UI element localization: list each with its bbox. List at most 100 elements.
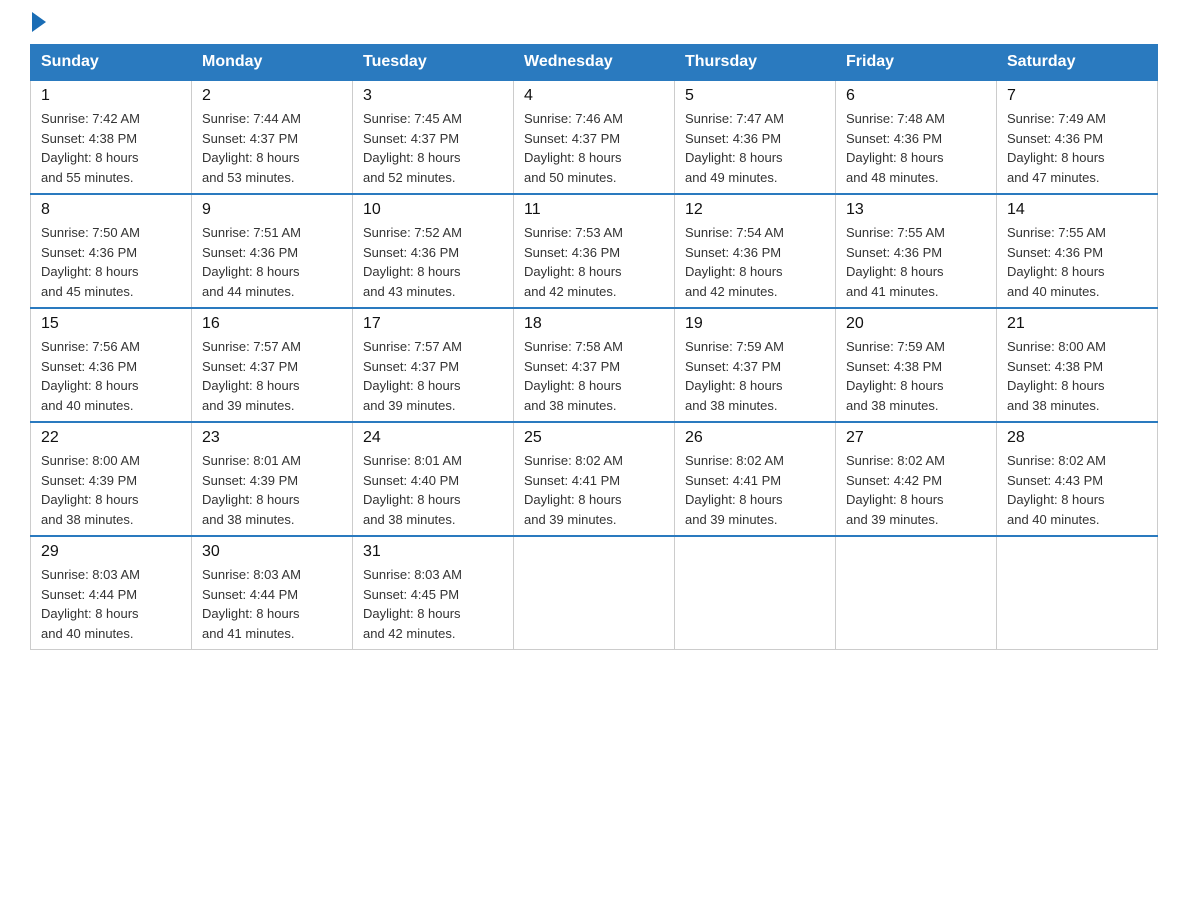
calendar-day-cell: 4 Sunrise: 7:46 AMSunset: 4:37 PMDayligh…	[514, 80, 675, 194]
calendar-header-row: SundayMondayTuesdayWednesdayThursdayFrid…	[31, 45, 1158, 81]
calendar-day-cell: 6 Sunrise: 7:48 AMSunset: 4:36 PMDayligh…	[836, 80, 997, 194]
column-header-monday: Monday	[192, 45, 353, 81]
day-info: Sunrise: 8:01 AMSunset: 4:40 PMDaylight:…	[363, 451, 503, 529]
day-number: 21	[1007, 315, 1147, 333]
calendar-day-cell: 9 Sunrise: 7:51 AMSunset: 4:36 PMDayligh…	[192, 194, 353, 308]
day-number: 26	[685, 429, 825, 447]
calendar-day-cell: 11 Sunrise: 7:53 AMSunset: 4:36 PMDaylig…	[514, 194, 675, 308]
day-info: Sunrise: 7:54 AMSunset: 4:36 PMDaylight:…	[685, 223, 825, 301]
calendar-day-cell: 23 Sunrise: 8:01 AMSunset: 4:39 PMDaylig…	[192, 422, 353, 536]
day-info: Sunrise: 7:52 AMSunset: 4:36 PMDaylight:…	[363, 223, 503, 301]
column-header-sunday: Sunday	[31, 45, 192, 81]
day-info: Sunrise: 7:57 AMSunset: 4:37 PMDaylight:…	[202, 337, 342, 415]
day-info: Sunrise: 7:57 AMSunset: 4:37 PMDaylight:…	[363, 337, 503, 415]
calendar-day-cell: 24 Sunrise: 8:01 AMSunset: 4:40 PMDaylig…	[353, 422, 514, 536]
calendar-day-cell: 25 Sunrise: 8:02 AMSunset: 4:41 PMDaylig…	[514, 422, 675, 536]
calendar-day-cell: 10 Sunrise: 7:52 AMSunset: 4:36 PMDaylig…	[353, 194, 514, 308]
calendar-day-cell: 18 Sunrise: 7:58 AMSunset: 4:37 PMDaylig…	[514, 308, 675, 422]
calendar-day-cell: 13 Sunrise: 7:55 AMSunset: 4:36 PMDaylig…	[836, 194, 997, 308]
day-info: Sunrise: 7:47 AMSunset: 4:36 PMDaylight:…	[685, 109, 825, 187]
day-number: 7	[1007, 87, 1147, 105]
calendar-table: SundayMondayTuesdayWednesdayThursdayFrid…	[30, 44, 1158, 650]
logo-arrow-icon	[32, 12, 46, 32]
day-number: 9	[202, 201, 342, 219]
calendar-day-cell: 12 Sunrise: 7:54 AMSunset: 4:36 PMDaylig…	[675, 194, 836, 308]
day-info: Sunrise: 7:59 AMSunset: 4:38 PMDaylight:…	[846, 337, 986, 415]
day-number: 20	[846, 315, 986, 333]
calendar-day-cell: 27 Sunrise: 8:02 AMSunset: 4:42 PMDaylig…	[836, 422, 997, 536]
day-info: Sunrise: 8:03 AMSunset: 4:45 PMDaylight:…	[363, 565, 503, 643]
day-number: 3	[363, 87, 503, 105]
calendar-day-cell: 7 Sunrise: 7:49 AMSunset: 4:36 PMDayligh…	[997, 80, 1158, 194]
day-number: 28	[1007, 429, 1147, 447]
calendar-week-row: 29 Sunrise: 8:03 AMSunset: 4:44 PMDaylig…	[31, 536, 1158, 650]
logo	[30, 20, 46, 28]
day-info: Sunrise: 7:53 AMSunset: 4:36 PMDaylight:…	[524, 223, 664, 301]
calendar-day-cell: 5 Sunrise: 7:47 AMSunset: 4:36 PMDayligh…	[675, 80, 836, 194]
day-number: 18	[524, 315, 664, 333]
day-info: Sunrise: 7:56 AMSunset: 4:36 PMDaylight:…	[41, 337, 181, 415]
calendar-empty-cell	[836, 536, 997, 650]
day-number: 24	[363, 429, 503, 447]
day-number: 27	[846, 429, 986, 447]
day-number: 17	[363, 315, 503, 333]
day-number: 22	[41, 429, 181, 447]
calendar-week-row: 1 Sunrise: 7:42 AMSunset: 4:38 PMDayligh…	[31, 80, 1158, 194]
calendar-day-cell: 16 Sunrise: 7:57 AMSunset: 4:37 PMDaylig…	[192, 308, 353, 422]
column-header-thursday: Thursday	[675, 45, 836, 81]
calendar-day-cell: 29 Sunrise: 8:03 AMSunset: 4:44 PMDaylig…	[31, 536, 192, 650]
calendar-week-row: 22 Sunrise: 8:00 AMSunset: 4:39 PMDaylig…	[31, 422, 1158, 536]
day-number: 13	[846, 201, 986, 219]
calendar-day-cell: 2 Sunrise: 7:44 AMSunset: 4:37 PMDayligh…	[192, 80, 353, 194]
day-info: Sunrise: 8:02 AMSunset: 4:42 PMDaylight:…	[846, 451, 986, 529]
day-info: Sunrise: 7:44 AMSunset: 4:37 PMDaylight:…	[202, 109, 342, 187]
calendar-empty-cell	[675, 536, 836, 650]
day-info: Sunrise: 7:51 AMSunset: 4:36 PMDaylight:…	[202, 223, 342, 301]
column-header-tuesday: Tuesday	[353, 45, 514, 81]
day-info: Sunrise: 8:02 AMSunset: 4:43 PMDaylight:…	[1007, 451, 1147, 529]
day-info: Sunrise: 7:59 AMSunset: 4:37 PMDaylight:…	[685, 337, 825, 415]
calendar-day-cell: 17 Sunrise: 7:57 AMSunset: 4:37 PMDaylig…	[353, 308, 514, 422]
day-number: 30	[202, 543, 342, 561]
calendar-day-cell: 26 Sunrise: 8:02 AMSunset: 4:41 PMDaylig…	[675, 422, 836, 536]
calendar-day-cell: 20 Sunrise: 7:59 AMSunset: 4:38 PMDaylig…	[836, 308, 997, 422]
day-number: 31	[363, 543, 503, 561]
day-info: Sunrise: 7:46 AMSunset: 4:37 PMDaylight:…	[524, 109, 664, 187]
calendar-day-cell: 8 Sunrise: 7:50 AMSunset: 4:36 PMDayligh…	[31, 194, 192, 308]
calendar-day-cell: 31 Sunrise: 8:03 AMSunset: 4:45 PMDaylig…	[353, 536, 514, 650]
day-info: Sunrise: 8:00 AMSunset: 4:38 PMDaylight:…	[1007, 337, 1147, 415]
page-header	[30, 20, 1158, 28]
day-info: Sunrise: 7:55 AMSunset: 4:36 PMDaylight:…	[1007, 223, 1147, 301]
day-number: 16	[202, 315, 342, 333]
calendar-empty-cell	[514, 536, 675, 650]
day-number: 10	[363, 201, 503, 219]
day-info: Sunrise: 7:50 AMSunset: 4:36 PMDaylight:…	[41, 223, 181, 301]
day-number: 4	[524, 87, 664, 105]
day-info: Sunrise: 7:58 AMSunset: 4:37 PMDaylight:…	[524, 337, 664, 415]
day-info: Sunrise: 8:00 AMSunset: 4:39 PMDaylight:…	[41, 451, 181, 529]
day-info: Sunrise: 8:03 AMSunset: 4:44 PMDaylight:…	[41, 565, 181, 643]
day-number: 29	[41, 543, 181, 561]
day-number: 12	[685, 201, 825, 219]
day-info: Sunrise: 7:49 AMSunset: 4:36 PMDaylight:…	[1007, 109, 1147, 187]
calendar-day-cell: 22 Sunrise: 8:00 AMSunset: 4:39 PMDaylig…	[31, 422, 192, 536]
calendar-day-cell: 1 Sunrise: 7:42 AMSunset: 4:38 PMDayligh…	[31, 80, 192, 194]
day-info: Sunrise: 7:55 AMSunset: 4:36 PMDaylight:…	[846, 223, 986, 301]
column-header-wednesday: Wednesday	[514, 45, 675, 81]
day-number: 2	[202, 87, 342, 105]
day-number: 19	[685, 315, 825, 333]
day-number: 23	[202, 429, 342, 447]
day-number: 11	[524, 201, 664, 219]
day-info: Sunrise: 7:48 AMSunset: 4:36 PMDaylight:…	[846, 109, 986, 187]
day-info: Sunrise: 8:02 AMSunset: 4:41 PMDaylight:…	[524, 451, 664, 529]
day-number: 15	[41, 315, 181, 333]
day-info: Sunrise: 8:03 AMSunset: 4:44 PMDaylight:…	[202, 565, 342, 643]
day-number: 1	[41, 87, 181, 105]
day-number: 14	[1007, 201, 1147, 219]
day-number: 8	[41, 201, 181, 219]
calendar-day-cell: 30 Sunrise: 8:03 AMSunset: 4:44 PMDaylig…	[192, 536, 353, 650]
column-header-saturday: Saturday	[997, 45, 1158, 81]
calendar-day-cell: 19 Sunrise: 7:59 AMSunset: 4:37 PMDaylig…	[675, 308, 836, 422]
calendar-day-cell: 14 Sunrise: 7:55 AMSunset: 4:36 PMDaylig…	[997, 194, 1158, 308]
day-info: Sunrise: 7:45 AMSunset: 4:37 PMDaylight:…	[363, 109, 503, 187]
